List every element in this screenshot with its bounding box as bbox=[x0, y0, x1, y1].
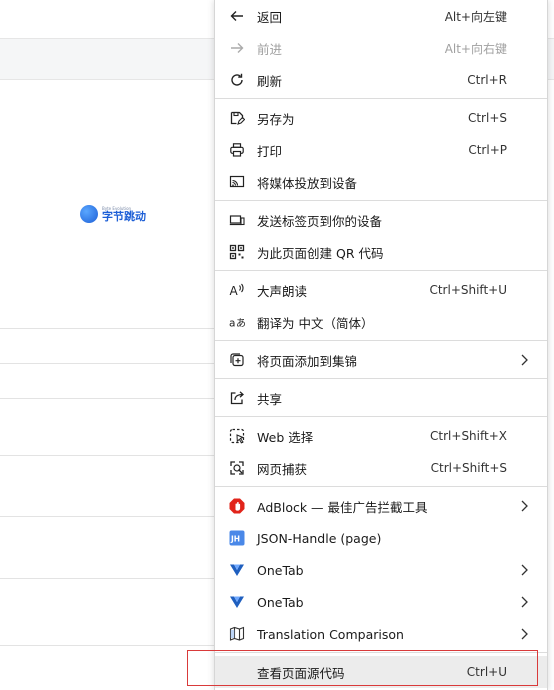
share-icon bbox=[229, 390, 245, 406]
context-menu: 返回 Alt+向左键前进 Alt+向右键刷新 Ctrl+R 另存为 Ctrl+S 打印 Ctr… bbox=[214, 0, 548, 690]
menu-separator bbox=[215, 378, 547, 379]
svg-text:あ: あ bbox=[236, 318, 245, 330]
menu-item-label: AdBlock — 最佳广告拦截工具 bbox=[257, 499, 428, 515]
menu-item-label: 前进 bbox=[257, 41, 283, 57]
menu-item-label: Translation Comparison bbox=[257, 626, 404, 642]
menu-item-label: Web 选择 bbox=[257, 429, 314, 445]
menu-item-label: 打印 bbox=[257, 143, 283, 159]
chevron-right-icon bbox=[519, 353, 529, 367]
menu-item-cast[interactable]: 将媒体投放到设备 bbox=[215, 166, 547, 198]
divider bbox=[0, 328, 215, 329]
menu-separator bbox=[215, 340, 547, 341]
menu-item-refresh[interactable]: 刷新 Ctrl+R bbox=[215, 64, 547, 96]
translation-comparison-icon bbox=[229, 626, 245, 642]
devices-icon bbox=[229, 212, 245, 228]
divider bbox=[0, 398, 215, 399]
menu-item-label: 翻译为 中文（简体） bbox=[257, 315, 374, 331]
menu-item-onetab-2[interactable]: OneTab bbox=[215, 586, 547, 618]
menu-item-shortcut: Ctrl+Shift+X bbox=[430, 429, 507, 443]
chevron-right-icon bbox=[519, 595, 529, 609]
menu-item-label: 另存为 bbox=[257, 111, 295, 127]
menu-item-label: JSON-Handle (page) bbox=[257, 530, 382, 546]
menu-item-label: 发送标签页到你的设备 bbox=[257, 213, 383, 229]
menu-item-label: 大声朗读 bbox=[257, 283, 308, 299]
menu-item-label: 刷新 bbox=[257, 73, 283, 89]
menu-separator bbox=[215, 270, 547, 271]
menu-separator bbox=[215, 416, 547, 417]
menu-item-label: 返回 bbox=[257, 9, 283, 25]
menu-item-shortcut: Alt+向左键 bbox=[444, 9, 507, 24]
menu-item-shortcut: Ctrl+S bbox=[467, 111, 507, 125]
chevron-right-icon bbox=[519, 499, 529, 513]
menu-item-save-as[interactable]: 另存为 Ctrl+S bbox=[215, 102, 547, 134]
translate-icon: aあ bbox=[229, 314, 245, 330]
chevron-right-icon bbox=[519, 627, 529, 641]
printer-icon bbox=[229, 142, 245, 158]
menu-item-shortcut: Ctrl+R bbox=[467, 73, 507, 87]
refresh-icon bbox=[229, 72, 245, 88]
menu-separator bbox=[215, 98, 547, 99]
highlight-box bbox=[187, 650, 538, 686]
collections-icon bbox=[229, 352, 245, 368]
svg-text:a: a bbox=[229, 318, 235, 330]
divider bbox=[0, 645, 215, 646]
cast-icon bbox=[229, 174, 245, 190]
menu-item-shortcut: Ctrl+P bbox=[468, 143, 507, 157]
chevron-right-icon bbox=[519, 563, 529, 577]
divider bbox=[0, 455, 215, 456]
svg-text:A: A bbox=[230, 284, 239, 298]
menu-item-label: 将媒体投放到设备 bbox=[257, 175, 358, 191]
logo-text: 字节跳动 bbox=[102, 209, 146, 223]
svg-text:JH: JH bbox=[230, 535, 240, 544]
menu-item-translation-comparison[interactable]: Translation Comparison bbox=[215, 618, 547, 650]
menu-item-print[interactable]: 打印 Ctrl+P bbox=[215, 134, 547, 166]
logo-mark-icon bbox=[80, 205, 98, 223]
menu-item-label: OneTab bbox=[257, 594, 304, 610]
qr-code-icon bbox=[229, 244, 245, 260]
menu-separator bbox=[215, 200, 547, 201]
onetab-icon bbox=[229, 594, 245, 610]
arrow-left-icon bbox=[229, 8, 245, 24]
divider bbox=[0, 578, 215, 579]
arrow-right-icon bbox=[229, 40, 245, 56]
divider bbox=[0, 363, 215, 364]
divider bbox=[0, 516, 215, 517]
json-handle-icon: JH bbox=[229, 530, 245, 546]
menu-item-adblock[interactable]: AdBlock — 最佳广告拦截工具 bbox=[215, 490, 547, 522]
menu-item-qr-code[interactable]: 为此页面创建 QR 代码 bbox=[215, 236, 547, 268]
menu-item-read-aloud[interactable]: A 大声朗读 Ctrl+Shift+U bbox=[215, 274, 547, 306]
menu-item-label: 网页捕获 bbox=[257, 461, 308, 477]
menu-item-web-capture[interactable]: 网页捕获 Ctrl+Shift+S bbox=[215, 452, 547, 484]
menu-item-label: 为此页面创建 QR 代码 bbox=[257, 245, 384, 261]
menu-item-back[interactable]: 返回 Alt+向左键 bbox=[215, 0, 547, 32]
menu-item-label: OneTab bbox=[257, 562, 304, 578]
adblock-icon bbox=[229, 498, 245, 514]
menu-item-onetab-1[interactable]: OneTab bbox=[215, 554, 547, 586]
menu-item-label: 将页面添加到集锦 bbox=[257, 353, 358, 369]
menu-item-shortcut: Alt+向右键 bbox=[444, 41, 507, 56]
menu-item-web-select[interactable]: Web 选择 Ctrl+Shift+X bbox=[215, 420, 547, 452]
menu-separator bbox=[215, 486, 547, 487]
menu-item-label: 共享 bbox=[257, 391, 283, 407]
web-select-icon bbox=[229, 428, 245, 444]
menu-item-shortcut: Ctrl+Shift+U bbox=[429, 283, 507, 297]
menu-item-translate[interactable]: a あ翻译为 中文（简体） bbox=[215, 306, 547, 338]
web-capture-icon bbox=[229, 460, 245, 476]
save-as-icon bbox=[229, 110, 245, 126]
menu-item-add-to-collections[interactable]: 将页面添加到集锦 bbox=[215, 344, 547, 376]
onetab-icon bbox=[229, 562, 245, 578]
bytedance-logo: Byte Evolution 字节跳动 bbox=[80, 200, 160, 228]
menu-item-shortcut: Ctrl+Shift+S bbox=[430, 461, 507, 475]
menu-item-forward[interactable]: 前进 Alt+向右键 bbox=[215, 32, 547, 64]
read-aloud-icon: A bbox=[229, 282, 245, 298]
menu-item-json-handle[interactable]: JH JSON-Handle (page) bbox=[215, 522, 547, 554]
menu-item-send-tab[interactable]: 发送标签页到你的设备 bbox=[215, 204, 547, 236]
menu-item-share[interactable]: 共享 bbox=[215, 382, 547, 414]
